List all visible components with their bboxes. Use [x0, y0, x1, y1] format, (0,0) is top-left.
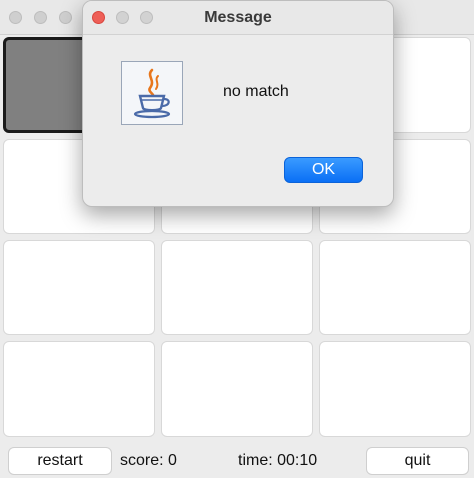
- restart-button[interactable]: restart: [8, 447, 112, 475]
- main-zoom-button[interactable]: [59, 11, 72, 24]
- card-4-1[interactable]: [3, 341, 155, 437]
- card-4-3[interactable]: [319, 341, 471, 437]
- dialog-titlebar: Message: [83, 1, 393, 35]
- score-label: score: 0: [120, 452, 177, 469]
- ok-button[interactable]: OK: [284, 157, 363, 183]
- quit-button[interactable]: quit: [366, 447, 469, 475]
- time-label: time: 00:10: [238, 452, 318, 469]
- java-coffee-cup-icon: [121, 61, 183, 125]
- main-close-button[interactable]: [9, 11, 22, 24]
- card-3-1[interactable]: [3, 240, 155, 335]
- main-minimize-button[interactable]: [34, 11, 47, 24]
- dialog-message: no match: [223, 83, 289, 100]
- message-dialog: Message no match OK: [82, 0, 394, 207]
- game-window: restart score: 0 time: 00:10 quit Messag…: [0, 0, 474, 478]
- control-bar: restart score: 0 time: 00:10 quit: [0, 443, 474, 478]
- card-4-2[interactable]: [161, 341, 313, 437]
- card-3-2[interactable]: [161, 240, 313, 335]
- dialog-title: Message: [204, 9, 272, 26]
- card-3-3[interactable]: [319, 240, 471, 335]
